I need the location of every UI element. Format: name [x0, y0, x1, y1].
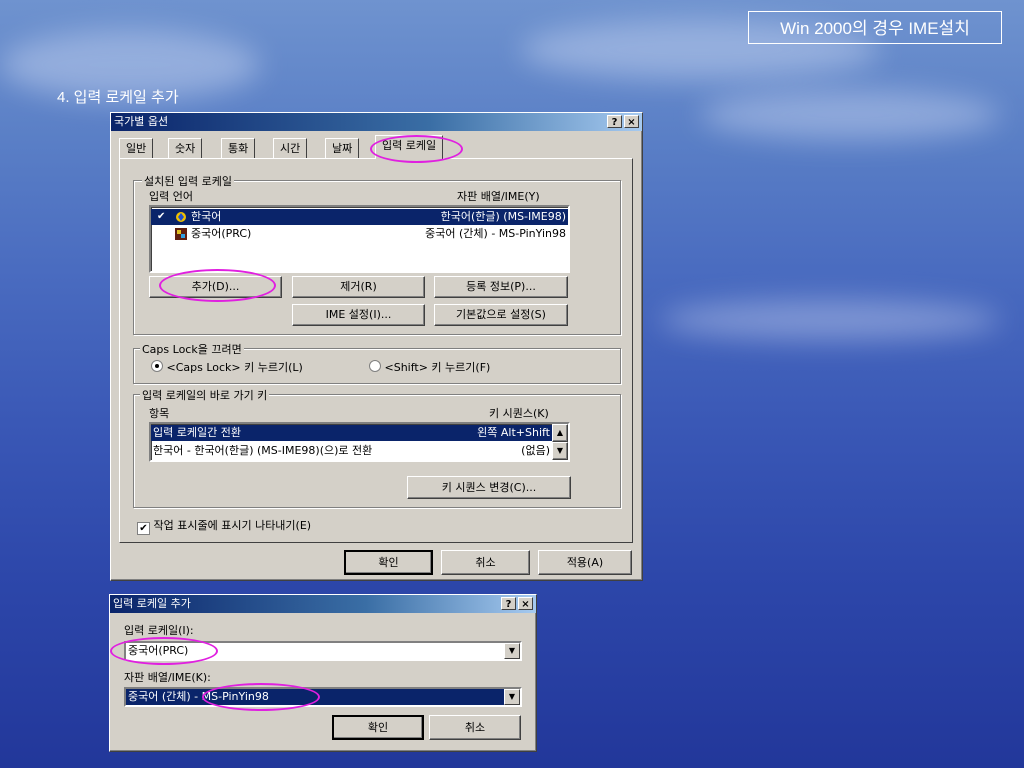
hotkey-list[interactable]: 입력 로케일간 전환 왼쪽 Alt+Shift 한국어 - 한국어(한글) (M… [149, 422, 570, 462]
group-label: Caps Lock을 끄려면 [140, 341, 244, 357]
list-item[interactable]: 입력 로케일간 전환 왼쪽 Alt+Shift [151, 425, 552, 441]
slide-title: Win 2000의 경우 IME설치 [748, 11, 1002, 44]
column-header-item: 항목 [149, 407, 170, 420]
hotkey-sequence: (없음) [521, 444, 550, 457]
list-item[interactable]: ✔ 한국어 한국어(한글) (MS-IME98) [151, 209, 568, 225]
cancel-button[interactable]: 취소 [429, 715, 521, 740]
hotkey-sequence: 왼쪽 Alt+Shift [477, 426, 550, 439]
remove-button[interactable]: 제거(R) [292, 276, 425, 298]
apply-button[interactable]: 적용(A) [538, 550, 632, 575]
ok-button[interactable]: 확인 [332, 715, 424, 740]
radio-button[interactable] [369, 360, 381, 372]
tab-label: 통화 [228, 142, 249, 155]
tab-numbers[interactable]: 숫자 [168, 138, 203, 158]
locale-layout: 한국어(한글) (MS-IME98) [440, 210, 566, 223]
tab-date[interactable]: 날짜 [325, 138, 360, 158]
tab-general[interactable]: 일반 [119, 138, 154, 158]
close-button[interactable]: × [624, 115, 639, 128]
chevron-down-icon[interactable]: ▼ [504, 689, 520, 705]
taskbar-indicator-checkbox[interactable]: ✔ 작업 표시줄에 표시기 나타내기(E) [137, 517, 311, 535]
tab-input-locales[interactable]: 입력 로케일 [375, 135, 444, 159]
checkbox[interactable]: ✔ [137, 522, 150, 535]
tab-time[interactable]: 시간 [273, 138, 308, 158]
tab-currency[interactable]: 통화 [221, 138, 256, 158]
dialog-title: 국가별 옵션 [114, 115, 169, 128]
step-heading: 4. 입력 로케일 추가 [57, 89, 179, 106]
regional-options-dialog: 국가별 옵션 ? × 일반 숫자 통화 시간 날짜 입력 로케일 설치된 입력 … [110, 112, 643, 581]
help-button[interactable]: ? [501, 597, 516, 610]
tab-label: 숫자 [175, 142, 196, 155]
tab-label: 일반 [126, 142, 147, 155]
dialog-titlebar: 국가별 옵션 ? × [111, 113, 642, 131]
layout-dropdown[interactable]: 중국어 (간체) - MS-PinYin98 ▼ [124, 687, 522, 707]
change-key-sequence-button[interactable]: 키 시퀀스 변경(C)... [407, 476, 571, 499]
column-header-language: 입력 언어 [149, 190, 193, 203]
tab-label: 시간 [280, 142, 301, 155]
scroll-down-icon[interactable]: ▼ [552, 442, 568, 460]
capslock-option-2[interactable]: <Shift> 키 누르기(F) [369, 359, 490, 375]
checkbox-label: 작업 표시줄에 표시기 나타내기(E) [153, 519, 312, 532]
locale-layout: 중국어 (간체) - MS-PinYin98 [425, 227, 566, 240]
hotkey-item: 한국어 - 한국어(한글) (MS-IME98)(으)로 전환 [153, 444, 373, 457]
locale-language: 한국어 [191, 210, 222, 223]
locale-label: 입력 로케일(I): [124, 624, 194, 637]
locale-value: 중국어(PRC) [128, 644, 189, 657]
locale-language: 중국어(PRC) [191, 227, 252, 240]
layout-value: 중국어 (간체) - MS-PinYin98 [128, 690, 269, 703]
korean-ime-icon [175, 211, 187, 223]
option-label: <Shift> 키 누르기(F) [384, 361, 491, 374]
scroll-up-icon[interactable]: ▲ [552, 424, 568, 442]
chinese-ime-icon [175, 228, 187, 240]
properties-button[interactable]: 등록 정보(P)... [434, 276, 568, 298]
capslock-option-1[interactable]: <Caps Lock> 키 누르기(L) [151, 359, 303, 375]
add-button[interactable]: 추가(D)... [149, 276, 282, 298]
tab-label: 입력 로케일 [382, 139, 437, 152]
tab-label: 날짜 [332, 142, 353, 155]
locale-dropdown[interactable]: 중국어(PRC) ▼ [124, 641, 522, 661]
check-mark-icon: ✔ [157, 211, 166, 222]
group-label: 입력 로케일의 바로 가기 키 [140, 387, 270, 403]
background-cloud [660, 300, 1000, 340]
cancel-button[interactable]: 취소 [441, 550, 530, 575]
list-item[interactable]: 한국어 - 한국어(한글) (MS-IME98)(으)로 전환 (없음) [151, 443, 552, 459]
chevron-down-icon[interactable]: ▼ [504, 643, 520, 659]
column-header-layout: 자판 배열/IME(Y) [457, 190, 540, 203]
scrollbar[interactable]: ▲ ▼ [552, 424, 568, 460]
radio-button[interactable] [151, 360, 163, 372]
layout-label: 자판 배열/IME(K): [124, 671, 211, 684]
option-label: <Caps Lock> 키 누르기(L) [166, 361, 303, 374]
installed-locales-list[interactable]: ✔ 한국어 한국어(한글) (MS-IME98) 중국어(PRC) 중국어 (간… [149, 205, 570, 273]
background-cloud [700, 90, 1000, 140]
ok-button[interactable]: 확인 [344, 550, 433, 575]
close-button[interactable]: × [518, 597, 533, 610]
group-label: 설치된 입력 로케일 [142, 173, 234, 189]
list-item[interactable]: 중국어(PRC) 중국어 (간체) - MS-PinYin98 [151, 226, 568, 242]
dialog-title: 입력 로케일 추가 [113, 597, 191, 610]
column-header-sequence: 키 시퀀스(K) [489, 407, 549, 420]
set-default-button[interactable]: 기본값으로 설정(S) [434, 304, 568, 326]
dialog-titlebar: 입력 로케일 추가 ? × [110, 595, 536, 613]
add-input-locale-dialog: 입력 로케일 추가 ? × 입력 로케일(I): 중국어(PRC) ▼ 자판 배… [109, 594, 537, 752]
ime-settings-button[interactable]: IME 설정(I)... [292, 304, 425, 326]
help-button[interactable]: ? [607, 115, 622, 128]
hotkey-item: 입력 로케일간 전환 [153, 426, 241, 439]
